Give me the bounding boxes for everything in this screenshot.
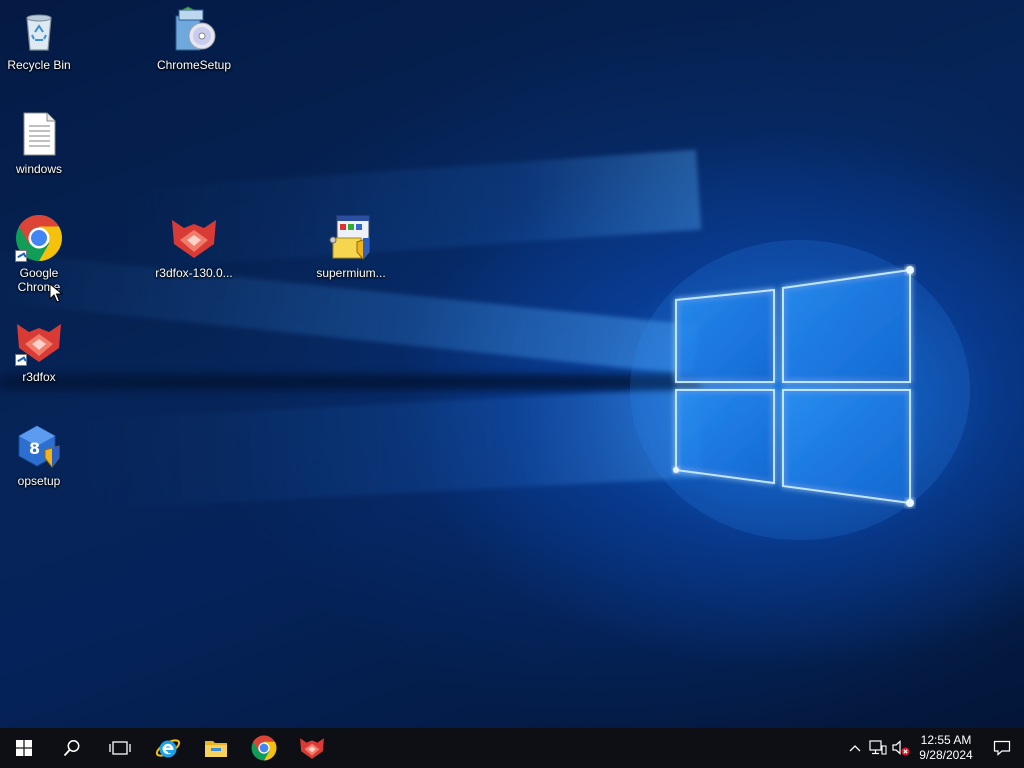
mouse-pointer-icon xyxy=(49,283,63,303)
taskbar: 12:55 AM 9/28/2024 xyxy=(0,728,1024,768)
windows-logo-wallpaper xyxy=(630,240,970,540)
desktop-icon-chromesetup[interactable]: ChromeSetup xyxy=(155,6,233,72)
setup-installer-icon xyxy=(327,214,375,262)
show-hidden-icons-button[interactable] xyxy=(844,728,866,768)
desktop-icon-recycle-bin[interactable]: Recycle Bin xyxy=(0,6,78,72)
r3dfox-icon xyxy=(300,738,324,759)
desktop-icon-google-chrome[interactable]: Google Chrome xyxy=(0,214,78,294)
shortcut-arrow-icon xyxy=(15,250,27,262)
clock-date: 9/28/2024 xyxy=(919,748,973,762)
text-document-icon xyxy=(15,110,63,158)
taskbar-internet-explorer[interactable] xyxy=(144,728,192,768)
windows-start-icon xyxy=(16,740,32,756)
taskbar-google-chrome[interactable] xyxy=(240,728,288,768)
desktop-icon-label: supermium... xyxy=(316,266,386,280)
volume-muted-icon xyxy=(892,740,910,756)
action-center-icon xyxy=(993,740,1011,756)
desktop-icon-opsetup[interactable]: 8 opsetup xyxy=(0,422,78,488)
chrome-icon xyxy=(251,735,277,761)
chrome-icon xyxy=(15,214,63,262)
desktop-icon-label: Recycle Bin xyxy=(7,58,71,72)
desktop-icon-r3dfox-installer[interactable]: r3dfox-130.0... xyxy=(155,214,233,280)
shortcut-arrow-icon xyxy=(15,354,27,366)
network-icon xyxy=(869,740,887,755)
internet-explorer-icon xyxy=(155,739,181,758)
desktop-icon-label: r3dfox-130.0... xyxy=(155,266,233,280)
installer-disc-icon xyxy=(170,6,218,54)
network-button[interactable] xyxy=(866,728,890,768)
desktop-icon-r3dfox[interactable]: r3dfox xyxy=(0,318,78,384)
desktop-icon-label: opsetup xyxy=(17,474,61,488)
desktop-icon-label: ChromeSetup xyxy=(156,58,232,72)
taskbar-file-explorer[interactable] xyxy=(192,728,240,768)
start-button[interactable] xyxy=(0,728,48,768)
clock-time: 12:55 AM xyxy=(920,733,972,747)
desktop-icon-label: Google Chrome xyxy=(17,266,61,294)
svg-text:8: 8 xyxy=(29,439,40,458)
recycle-bin-icon xyxy=(15,6,63,54)
search-button[interactable] xyxy=(48,728,96,768)
desktop-icon-label: r3dfox xyxy=(22,370,56,384)
desktop-icon-windows[interactable]: windows xyxy=(0,110,78,176)
chevron-up-icon xyxy=(849,745,861,752)
task-view-button[interactable] xyxy=(96,728,144,768)
desktop-icon-supermium[interactable]: supermium... xyxy=(312,214,390,280)
search-icon xyxy=(63,740,80,757)
action-center-button[interactable] xyxy=(980,728,1024,768)
desktop-wallpaper xyxy=(0,0,1024,728)
task-view-icon xyxy=(109,741,131,755)
r3dfox-icon xyxy=(15,318,63,366)
opsetup-shield-icon: 8 xyxy=(15,422,63,470)
file-explorer-icon xyxy=(205,741,227,757)
system-tray: 12:55 AM 9/28/2024 xyxy=(844,728,1024,768)
r3dfox-icon xyxy=(170,214,218,262)
clock-button[interactable]: 12:55 AM 9/28/2024 xyxy=(912,728,980,768)
volume-button[interactable] xyxy=(890,728,912,768)
desktop-icon-label: windows xyxy=(15,162,63,176)
taskbar-r3dfox[interactable] xyxy=(288,728,336,768)
